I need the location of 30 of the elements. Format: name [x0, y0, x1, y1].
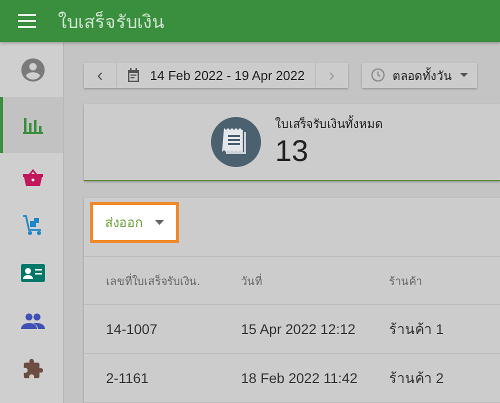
table-cell-text: 18 Feb 2022 11:42 [241, 370, 359, 386]
calendar-icon [127, 68, 140, 82]
table-cell-text: 14-1007 [106, 321, 158, 337]
column-header[interactable]: วันที่ [241, 272, 389, 290]
people-icon [21, 313, 45, 329]
table-cell-text: ร้านค้า 2 [389, 369, 445, 388]
bar-chart-icon [23, 116, 43, 134]
id-card-icon [21, 264, 45, 282]
trolley-icon [22, 214, 44, 236]
date-range-button[interactable]: 14 Feb 2022 - 19 Apr 2022 [116, 63, 316, 88]
sidebar-item[interactable] [0, 97, 63, 153]
app-title: ใบเสร็จรับเงิน [58, 10, 164, 34]
table-cell-text: 2-1161 [106, 370, 150, 386]
puzzle-icon [22, 358, 44, 380]
receipt-count: 13 [275, 135, 310, 170]
clock-icon [370, 68, 385, 82]
basket-icon [22, 168, 44, 186]
receipt-icon [211, 116, 261, 167]
column-header[interactable]: ร้านค้า [389, 272, 500, 290]
account-icon [19, 56, 47, 84]
table-cell-text: ร้านค้า 1 [389, 320, 445, 339]
table-cell-text: 15 Apr 2022 12:12 [241, 321, 356, 337]
caret-icon [155, 220, 164, 225]
previous-button[interactable]: ‹ [84, 63, 116, 88]
time-filter-dropdown[interactable]: ตลอดทั้งวัน [362, 63, 477, 88]
export-button[interactable]: ส่งออก [90, 202, 179, 243]
summary-label: ใบเสร็จรับเงินทั้งหมด [275, 114, 383, 134]
caret-icon [460, 73, 468, 78]
column-header[interactable]: เลขที่ใบเสร็จรับเงิน. [106, 272, 241, 290]
menu-icon[interactable] [18, 14, 38, 28]
